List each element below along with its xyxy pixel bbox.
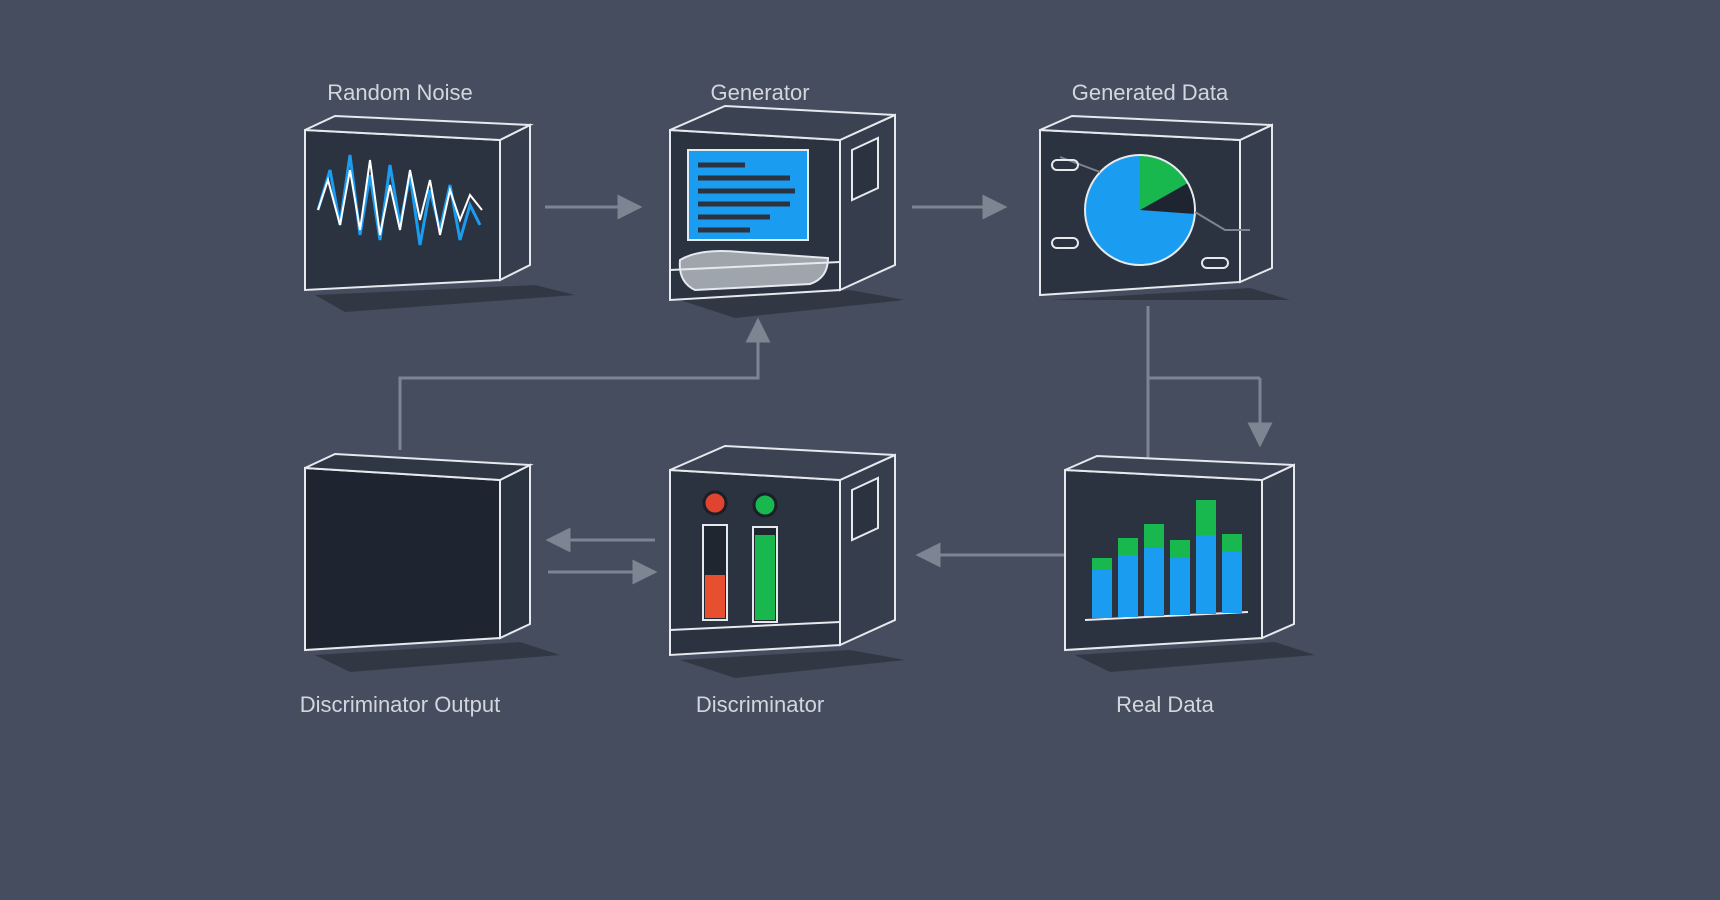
green-led-icon bbox=[754, 494, 776, 516]
discriminator-output-node: Discriminator Output bbox=[300, 454, 560, 717]
real-data-node: Real Data bbox=[1065, 456, 1315, 717]
green-bar-icon bbox=[755, 535, 775, 620]
random-noise-label: Random Noise bbox=[327, 80, 473, 105]
discriminator-output-label: Discriminator Output bbox=[300, 692, 501, 717]
generator-node: Generator bbox=[670, 80, 905, 318]
generated-data-node: Generated Data bbox=[1040, 80, 1290, 315]
red-led-icon bbox=[704, 492, 726, 514]
generator-label: Generator bbox=[710, 80, 809, 105]
real-data-label: Real Data bbox=[1116, 692, 1215, 717]
discriminator-node: Discriminator bbox=[670, 446, 905, 717]
paper-output-icon bbox=[680, 251, 828, 290]
gan-diagram: Random Noise Generator Generated Data bbox=[0, 0, 1720, 900]
generated-data-label: Generated Data bbox=[1072, 80, 1229, 105]
discriminator-label: Discriminator bbox=[696, 692, 824, 717]
orange-bar-icon bbox=[705, 575, 725, 618]
random-noise-node: Random Noise bbox=[305, 80, 575, 312]
arrow-output-to-generator bbox=[400, 320, 758, 450]
